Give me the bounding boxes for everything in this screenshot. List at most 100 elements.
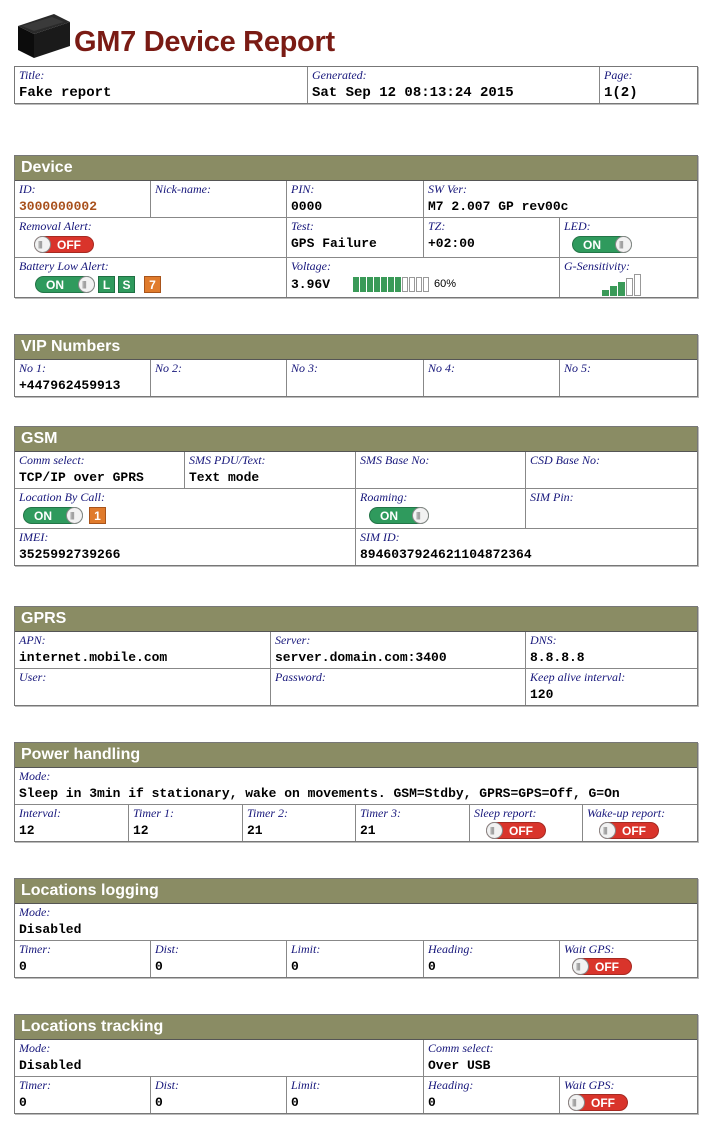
title-value: Fake report xyxy=(19,85,112,101)
gsm-heading: GSM xyxy=(15,427,697,452)
vip-numbers-section: VIP Numbers No 1: +447962459913 No 2: No … xyxy=(14,334,698,397)
user-value xyxy=(19,685,266,705)
sms-pdu-text-label: SMS PDU/Text: xyxy=(189,453,266,467)
logging-mode-label: Mode: xyxy=(19,905,51,919)
roaming-toggle[interactable]: ON xyxy=(369,506,429,524)
g-sensitivity-label: G-Sensitivity: xyxy=(564,259,630,273)
nick-name-label: Nick-name: xyxy=(155,182,211,196)
tracking-mode-value: Disabled xyxy=(19,1058,82,1073)
g-sensitivity-bar xyxy=(626,278,633,296)
id-label: ID: xyxy=(19,182,36,196)
tracking-limit-label: Limit: xyxy=(291,1078,321,1092)
toggle-knob-icon xyxy=(568,1093,585,1111)
keep-alive-value: 120 xyxy=(530,687,554,702)
g-sensitivity-bar xyxy=(610,286,617,296)
page-value: 1(2) xyxy=(604,85,638,101)
vip-no1-value: +447962459913 xyxy=(19,378,121,393)
toggle-knob-icon xyxy=(412,506,429,524)
logging-limit-label: Limit: xyxy=(291,942,321,956)
logging-heading-label: Heading: xyxy=(428,942,474,956)
comm-select-value: TCP/IP over GPRS xyxy=(19,470,144,485)
tracking-wait-gps-toggle[interactable]: OFF xyxy=(568,1093,628,1111)
logging-dist-value: 0 xyxy=(155,959,163,974)
vip-no2-label: No 2: xyxy=(155,361,182,375)
battery-badge-level: 7 xyxy=(144,275,161,293)
toggle-knob-icon xyxy=(599,821,616,839)
logging-heading-value: 0 xyxy=(428,959,436,974)
power-mode-value: Sleep in 3min if stationary, wake on mov… xyxy=(19,786,620,801)
timer3-label: Timer 3: xyxy=(360,806,402,820)
imei-value: 3525992739266 xyxy=(19,547,121,562)
page-label: Page: xyxy=(604,68,633,82)
apn-label: APN: xyxy=(19,633,46,647)
comm-select-label: Comm select: xyxy=(19,453,85,467)
nick-name-value xyxy=(155,197,282,217)
voltage-bar-segment xyxy=(374,276,380,292)
led-toggle[interactable]: ON xyxy=(572,235,632,253)
gsm-section: GSM Comm select: TCP/IP over GPRS SMS PDU… xyxy=(14,426,698,566)
voltage-bar-segment xyxy=(353,276,359,292)
tracking-mode-label: Mode: xyxy=(19,1041,51,1055)
locations-logging-section: Locations logging Mode: Disabled Timer: 0 … xyxy=(14,878,698,978)
sms-base-no-label: SMS Base No: xyxy=(360,453,430,467)
toggle-knob-icon xyxy=(34,235,51,253)
page-title: GM7 Device Report xyxy=(74,26,335,58)
interval-value: 12 xyxy=(19,823,35,838)
tz-label: TZ: xyxy=(428,219,446,233)
sleep-report-toggle[interactable]: OFF xyxy=(486,821,546,839)
g-sensitivity-bar xyxy=(634,274,641,296)
tz-value: +02:00 xyxy=(428,236,475,251)
voltage-value: 3.96V xyxy=(291,277,331,292)
device-box-icon xyxy=(18,14,70,58)
device-heading: Device xyxy=(15,156,697,181)
tracking-comm-select-value: Over USB xyxy=(428,1058,491,1073)
location-by-call-toggle[interactable]: ON xyxy=(23,506,83,524)
report-header: GM7 Device Report xyxy=(14,6,698,64)
sim-id-value: 8946037924621104872364 xyxy=(360,547,532,562)
toggle-knob-icon xyxy=(572,957,589,975)
removal-alert-label: Removal Alert: xyxy=(19,219,92,233)
password-value xyxy=(275,685,521,705)
tracking-limit-value: 0 xyxy=(291,1095,299,1110)
battery-low-alert-toggle[interactable]: ON xyxy=(35,275,95,293)
g-sensitivity-bar xyxy=(602,290,609,296)
gprs-section: GPRS APN: internet.mobile.com Server: serv… xyxy=(14,606,698,706)
wake-up-report-toggle[interactable]: OFF xyxy=(599,821,659,839)
timer1-value: 12 xyxy=(133,823,149,838)
vip-no1-label: No 1: xyxy=(19,361,46,375)
battery-low-alert-label: Battery Low Alert: xyxy=(19,259,109,273)
roaming-label: Roaming: xyxy=(360,490,408,504)
test-label: Test: xyxy=(291,219,314,233)
logging-timer-value: 0 xyxy=(19,959,27,974)
tracking-timer-value: 0 xyxy=(19,1095,27,1110)
logging-wait-gps-toggle[interactable]: OFF xyxy=(572,957,632,975)
sms-base-no-value xyxy=(360,468,521,488)
tracking-heading-value: 0 xyxy=(428,1095,436,1110)
voltage-label: Voltage: xyxy=(291,259,331,273)
toggle-knob-icon xyxy=(78,275,95,293)
removal-alert-toggle[interactable]: OFF xyxy=(34,235,94,253)
toggle-knob-icon xyxy=(486,821,503,839)
title-label: Title: xyxy=(19,68,45,82)
vip-no4-value xyxy=(428,376,555,396)
logging-mode-value: Disabled xyxy=(19,922,82,937)
vip-no5-value xyxy=(564,376,693,396)
battery-badge-s: S xyxy=(118,275,135,293)
tracking-dist-value: 0 xyxy=(155,1095,163,1110)
csd-base-no-label: CSD Base No: xyxy=(530,453,600,467)
voltage-bar-segment xyxy=(381,276,387,292)
timer3-value: 21 xyxy=(360,823,376,838)
timer1-label: Timer 1: xyxy=(133,806,175,820)
vip-no2-value xyxy=(155,376,282,396)
title-box: Title: Fake report Generated: Sat Sep 12… xyxy=(14,66,698,104)
vip-no4-label: No 4: xyxy=(428,361,455,375)
tracking-wait-gps-label: Wait GPS: xyxy=(564,1078,615,1092)
voltage-bar-segment xyxy=(360,276,366,292)
generated-label: Generated: xyxy=(312,68,367,82)
gprs-heading: GPRS xyxy=(15,607,697,632)
vip-no3-value xyxy=(291,376,419,396)
sms-pdu-text-value: Text mode xyxy=(189,470,260,485)
sw-ver-label: SW Ver: xyxy=(428,182,467,196)
id-value: 3000000002 xyxy=(19,199,98,214)
power-heading: Power handling xyxy=(15,743,697,768)
